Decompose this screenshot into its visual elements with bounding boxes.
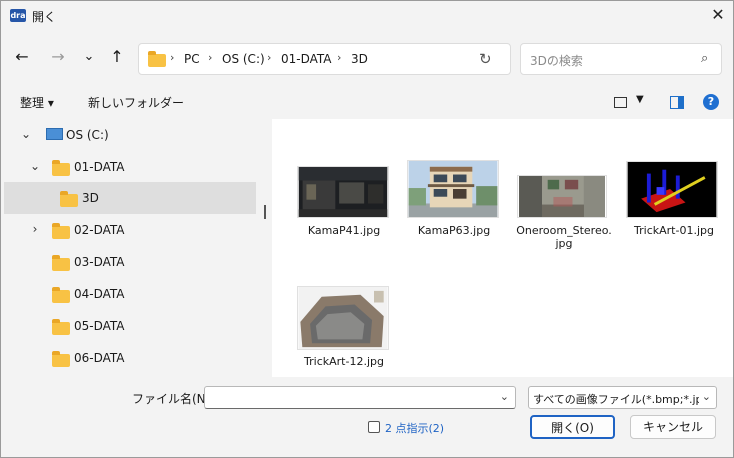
recent-locations-icon[interactable]: ⌄ [79,47,99,67]
file-name: TrickArt-01.jpg [634,224,714,237]
breadcrumb-3d[interactable]: 3D [351,52,368,66]
organize-menu-button[interactable]: 整理 ▾ [20,94,54,111]
window-title: 開く [32,10,57,24]
breadcrumb-os-c[interactable]: OS (C:) [222,52,265,66]
tree-item-05-data[interactable]: 05-DATA [4,310,256,342]
app-icon: dra [10,9,26,22]
breadcrumb-pc[interactable]: PC [184,52,200,66]
tree-item-label: OS (C:) [66,128,109,142]
tree-item-label: 05-DATA [74,319,125,333]
search-icon[interactable]: ⌕ [701,51,708,66]
folder-icon [52,287,70,303]
drive-icon [46,128,63,140]
file-name: KamaP63.jpg [417,224,491,237]
chevron-right-icon[interactable]: › [29,222,41,236]
tree-item-01-data[interactable]: ⌄ 01-DATA [4,151,256,183]
file-thumbnail [297,166,389,218]
new-folder-button[interactable]: 新しいフォルダー [88,94,184,111]
folder-icon [60,191,78,207]
chevron-down-icon[interactable]: ⌄ [29,159,41,173]
up-icon[interactable]: ↑ [107,47,127,67]
tree-item-label: 01-DATA [74,160,125,174]
breadcrumb-01-data[interactable]: 01-DATA [281,52,332,66]
cancel-button[interactable]: キャンセル [630,415,716,439]
navigation-bar: ← → ⌄ ↑ › PC › OS (C:) › 01-DATA › 3D ↻ … [1,31,733,85]
view-mode-icon[interactable] [614,97,627,108]
file-item[interactable]: Oneroom_Stereo. jpg [512,157,616,257]
file-type-value: すべての画像ファイル(*.bmp;*.jpg; [533,393,699,406]
folder-icon [52,160,70,176]
search-box[interactable]: 3Dの検索 ⌕ [520,43,722,75]
file-name: Oneroom_Stereo. jpg [512,224,616,250]
search-placeholder: 3Dの検索 [530,54,583,68]
multi-select-label[interactable]: 2 点指示(2) [385,420,444,436]
back-icon[interactable]: ← [12,47,32,67]
tree-item-02-data[interactable]: › 02-DATA [4,214,256,246]
view-options-chevron-icon[interactable]: ▼ [636,94,644,105]
file-item[interactable]: KamaP41.jpg [292,157,396,247]
file-item[interactable]: TrickArt-01.jpg [622,157,726,247]
tree-item-label: 06-DATA [74,351,125,365]
file-name-line: Oneroom_Stereo. [516,224,612,237]
tree-item-label: 02-DATA [74,223,125,237]
breadcrumb-separator: › [337,51,342,64]
file-type-select[interactable]: すべての画像ファイル(*.bmp;*.jpg; ⌄ [528,386,717,409]
file-thumbnail [297,286,389,350]
file-thumbnail [407,160,499,218]
chevron-down-icon[interactable]: ⌄ [500,390,509,403]
file-name: TrickArt-12.jpg [304,355,384,368]
refresh-icon[interactable]: ↻ [479,50,492,68]
command-bar: 整理 ▾ 新しいフォルダー ▼ ? [1,85,733,119]
address-bar[interactable]: › PC › OS (C:) › 01-DATA › 3D ↻ [138,43,511,75]
tree-item-04-data[interactable]: 04-DATA [4,278,256,310]
pane-splitter[interactable] [257,119,272,377]
folder-icon [52,319,70,335]
tree-item-label: 3D [82,191,99,205]
chevron-down-icon[interactable]: ⌄ [702,390,711,403]
filename-input[interactable]: ⌄ [204,386,516,409]
breadcrumb-separator: › [208,51,213,64]
folder-icon [52,255,70,271]
file-item[interactable]: KamaP63.jpg [402,157,506,247]
file-name-line: jpg [555,237,573,250]
breadcrumb-separator: › [267,51,272,64]
folder-icon [52,351,70,367]
tree-item-label: 03-DATA [74,255,125,269]
file-list: KamaP41.jpg KamaP63.jpg Oneroom_Stereo. … [272,119,733,377]
tree-item-os-c[interactable]: ⌄ OS (C:) [4,119,256,151]
tree-item-03-data[interactable]: 03-DATA [4,246,256,278]
file-item[interactable]: TrickArt-12.jpg [292,283,396,373]
tree-item-label: 04-DATA [74,287,125,301]
tree-item-06-data[interactable]: 06-DATA [4,342,256,374]
help-icon[interactable]: ? [703,94,719,110]
chevron-down-icon[interactable]: ⌄ [20,127,32,141]
dialog-footer: ファイル名(N): ⌄ すべての画像ファイル(*.bmp;*.jpg; ⌄ 2 … [1,377,733,457]
title-bar: dra 開く ✕ [1,1,733,31]
multi-select-checkbox[interactable] [368,421,380,433]
open-button[interactable]: 開く(O) [530,415,615,439]
tree-item-3d[interactable]: 3D [4,182,256,214]
preview-pane-icon[interactable] [670,96,684,109]
filename-label: ファイル名(N): [132,392,215,406]
navigation-pane: ⌄ OS (C:) ⌄ 01-DATA 3D › 02-DATA 03-DATA… [1,119,257,377]
splitter-grip[interactable] [264,205,266,219]
forward-icon[interactable]: → [48,47,68,67]
file-thumbnail [517,175,607,218]
open-file-dialog: dra 開く ✕ ← → ⌄ ↑ › PC › OS (C:) › 01-DAT… [0,0,734,458]
folder-icon [148,51,166,67]
folder-icon [52,223,70,239]
file-thumbnail [626,161,718,218]
file-name: KamaP41.jpg [307,224,381,237]
breadcrumb-separator: › [170,51,175,64]
close-icon[interactable]: ✕ [708,5,728,25]
